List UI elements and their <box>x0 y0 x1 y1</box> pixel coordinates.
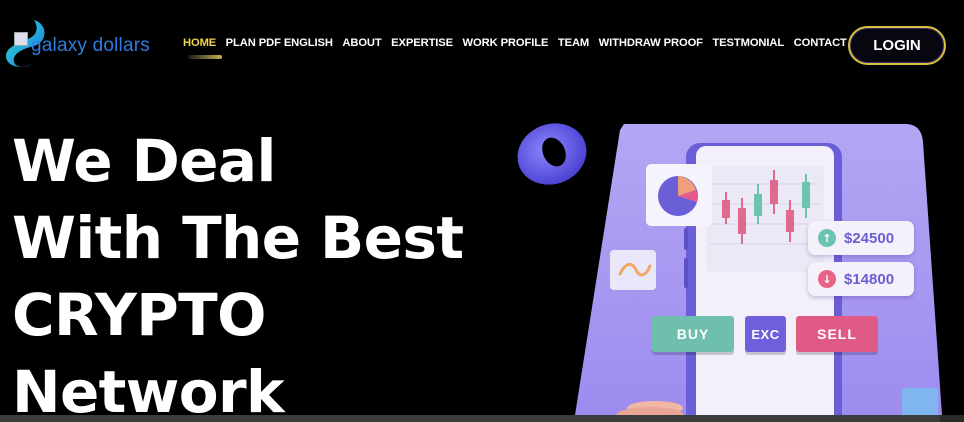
nav-home[interactable]: HOME <box>183 37 216 49</box>
brand-logo[interactable]: galaxy dollars <box>4 18 174 70</box>
crypto-trading-illustration: ↑ $24500 ↓ $14800 BUY EXC SELL <box>500 110 964 422</box>
hero-heading: We Deal With The Best CRYPTO Network <box>12 123 464 422</box>
brand-name: galaxy dollars <box>31 35 150 56</box>
nav-withdraw-proof[interactable]: WITHDRAW PROOF <box>599 37 703 49</box>
hero-line-2: With The Best <box>12 204 464 272</box>
horizontal-scrollbar[interactable] <box>0 415 964 422</box>
price-down-card: ↓ $14800 <box>808 262 914 296</box>
pie-chart-card <box>646 164 712 226</box>
price-down-value: $14800 <box>844 270 895 288</box>
login-button[interactable]: LOGIN <box>848 26 946 65</box>
active-nav-indicator <box>188 55 222 59</box>
hero-line-4: Network <box>12 358 285 422</box>
nav-work-profile[interactable]: WORK PROFILE <box>463 37 549 49</box>
nav-plan-pdf-english[interactable]: PLAN PDF ENGLISH <box>226 37 333 49</box>
scrollbar-thumb[interactable] <box>0 415 940 422</box>
price-up-card: ↑ $24500 <box>808 221 914 255</box>
nav-team[interactable]: TEAM <box>558 37 589 49</box>
exchange-button: EXC <box>745 316 786 352</box>
broken-image-icon <box>14 32 28 46</box>
nav-expertise[interactable]: EXPERTISE <box>391 37 453 49</box>
nav-about[interactable]: ABOUT <box>342 37 381 49</box>
hero-line-1: We Deal <box>12 127 276 195</box>
buy-button: BUY <box>652 316 734 352</box>
trend-wave-card <box>610 250 656 290</box>
nav-contact[interactable]: CONTACT <box>794 37 847 49</box>
price-up-value: $24500 <box>844 229 895 247</box>
sell-button: SELL <box>796 316 878 352</box>
hero-line-3: CRYPTO <box>12 281 266 349</box>
arrow-up-icon: ↑ <box>818 229 836 247</box>
arrow-down-icon: ↓ <box>818 270 836 288</box>
nav-testmonial[interactable]: TESTMONIAL <box>712 37 784 49</box>
torus-decoration <box>517 123 587 185</box>
main-nav: HOME PLAN PDF ENGLISH ABOUT EXPERTISE WO… <box>183 37 856 49</box>
